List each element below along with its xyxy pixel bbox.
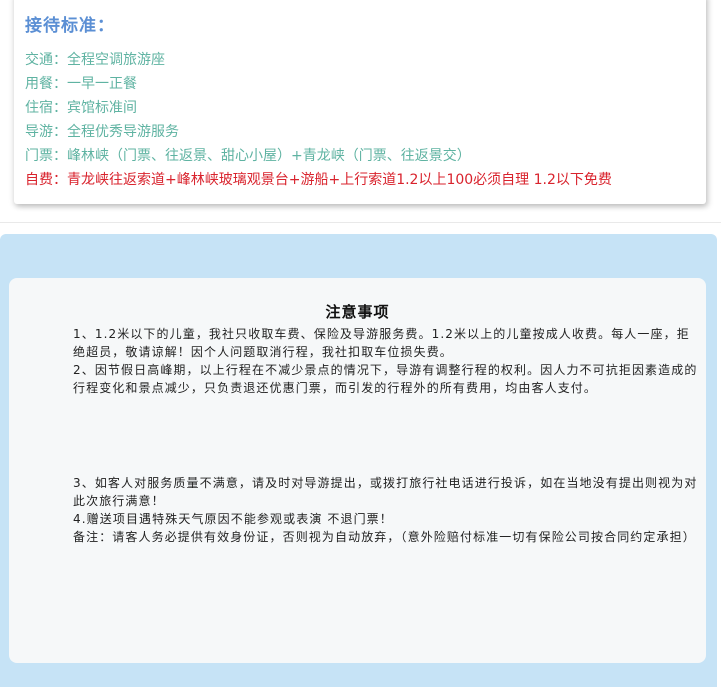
section-divider [0,222,721,223]
note-paragraph: 4.赠送项目遇特殊天气原因不能参观或表演 不退门票！ [73,512,393,526]
notes-block-2: 3、如客人对服务质量不满意，请及时对导游提出，或拨打旅行社电话进行投诉，如在当地… [73,474,701,546]
standard-label: 住宿： [25,100,67,116]
standard-item-lodging: 住宿：宾馆标准间 [25,96,612,120]
standard-label: 门票： [25,148,67,164]
standard-label: 自费： [25,172,67,188]
standards-title: 接待标准： [25,16,115,36]
standard-item-self-pay: 自费：青龙峡往返索道+峰林峡玻璃观景台+游船+上行索道1.2以上100必须自理 … [25,168,612,192]
note-paragraph: 1、1.2米以下的儿童，我社只收取车费、保险及导游服务费。1.2米以上的儿童按成… [73,327,690,359]
standard-value: 全程空调旅游座 [67,52,165,68]
note-paragraph: 备注：请客人务必提供有效身份证，否则视为自动放弃，（意外险赔付标准一切有保险公司… [73,530,696,544]
reception-standards-card: 接待标准： 交通：全程空调旅游座 用餐：一早一正餐 住宿：宾馆标准间 导游：全程… [14,0,706,204]
standard-value: 全程优秀导游服务 [67,124,179,140]
standard-item-tickets: 门票：峰林峡（门票、往返景、甜心小屋）+青龙峡（门票、往返景交） [25,144,612,168]
standard-item-meals: 用餐：一早一正餐 [25,72,612,96]
standard-label: 交通： [25,52,67,68]
standard-label: 导游： [25,124,67,140]
notes-card: 注意事项 1、1.2米以下的儿童，我社只收取车费、保险及导游服务费。1.2米以上… [9,278,706,663]
note-paragraph: 3、如客人对服务质量不满意，请及时对导游提出，或拨打旅行社电话进行投诉，如在当地… [73,476,698,508]
standard-value: 宾馆标准间 [67,100,137,116]
standard-value: 青龙峡往返索道+峰林峡玻璃观景台+游船+上行索道1.2以上100必须自理 1.2… [67,172,612,188]
standard-label: 用餐： [25,76,67,92]
notes-panel: 注意事项 1、1.2米以下的儿童，我社只收取车费、保险及导游服务费。1.2米以上… [0,234,717,687]
standard-value: 峰林峡（门票、往返景、甜心小屋）+青龙峡（门票、往返景交） [67,148,471,164]
notes-title: 注意事项 [325,303,390,321]
note-paragraph: 2、因节假日高峰期，以上行程在不减少景点的情况下，导游有调整行程的权利。因人力不… [73,363,698,395]
standard-value: 一早一正餐 [67,76,137,92]
standard-item-guide: 导游：全程优秀导游服务 [25,120,612,144]
notes-block-1: 1、1.2米以下的儿童，我社只收取车费、保险及导游服务费。1.2米以上的儿童按成… [73,325,701,397]
standard-item-transport: 交通：全程空调旅游座 [25,48,612,72]
standards-list: 交通：全程空调旅游座 用餐：一早一正餐 住宿：宾馆标准间 导游：全程优秀导游服务… [25,48,612,192]
